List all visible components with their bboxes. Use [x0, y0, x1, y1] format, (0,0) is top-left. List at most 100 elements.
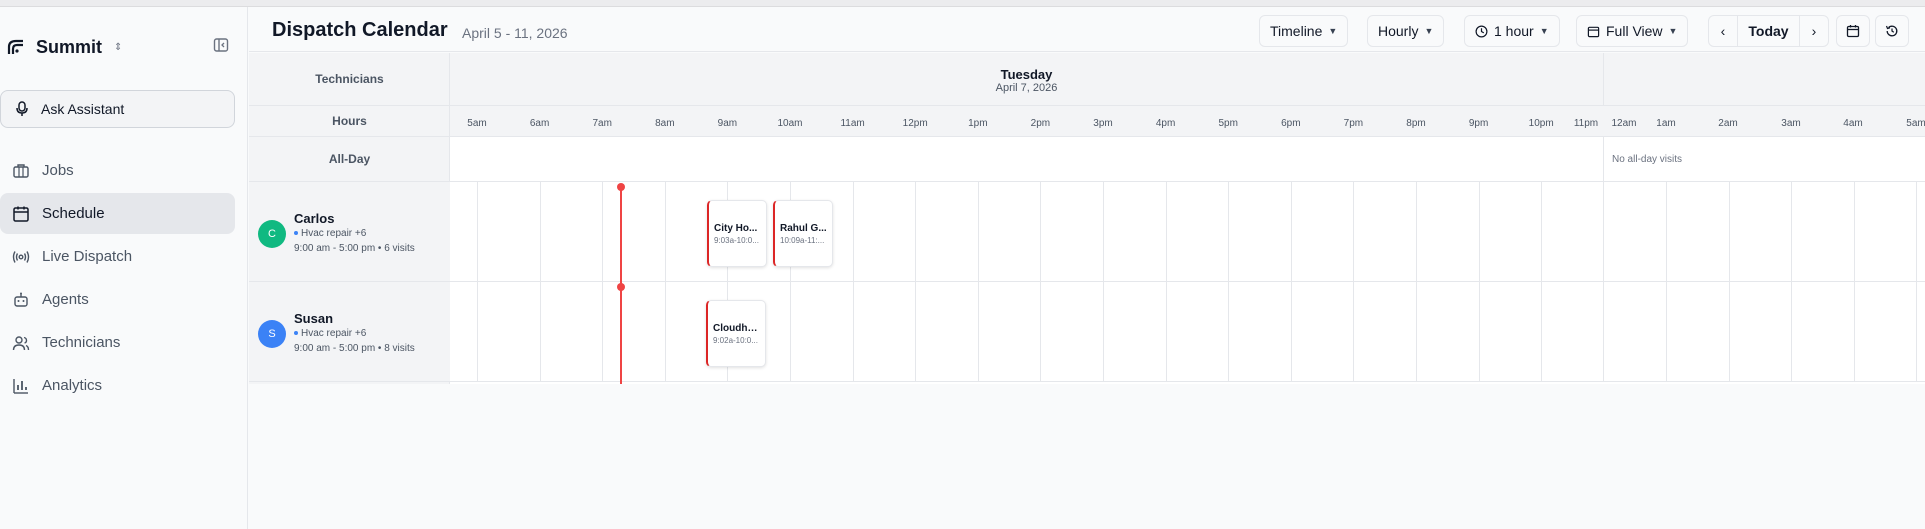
hour-label: 12am	[1611, 118, 1637, 129]
app-name: Summit	[36, 36, 103, 57]
hour-grid-line	[1854, 182, 1855, 382]
day-name: Tuesday	[1000, 67, 1053, 82]
hour-grid-line	[1416, 182, 1417, 382]
broadcast-icon	[12, 250, 30, 263]
users-icon	[12, 335, 30, 350]
bar-chart-icon	[13, 378, 28, 394]
summit-logo-icon	[6, 37, 26, 57]
hour-grid-line	[540, 182, 541, 382]
chevron-updown-icon: ⇕	[114, 41, 123, 53]
chevron-down-icon: ▼	[1328, 26, 1338, 36]
hour-label: 10am	[777, 118, 803, 129]
hour-grid-line	[1040, 182, 1041, 382]
ask-assistant-label: Ask Assistant	[41, 101, 125, 117]
chevron-right-icon[interactable]: ›	[1800, 23, 1828, 39]
full-view-select[interactable]: Full View ▼	[1576, 15, 1689, 47]
scale-select[interactable]: Hourly ▼	[1367, 15, 1445, 47]
technician-skills-label: Hvac repair +6	[301, 228, 367, 239]
ask-assistant-button[interactable]: Ask Assistant	[0, 90, 235, 128]
sidebar-item-agents[interactable]: Agents	[0, 279, 235, 320]
date-picker-button[interactable]	[1836, 15, 1870, 47]
window-top-strip	[0, 0, 1925, 7]
visit-card[interactable]: Rahul G... 10:09a-11:...	[773, 200, 833, 267]
technician-column: Technicians Hours All-Day C Carlos Hvac …	[249, 53, 450, 384]
chevron-down-icon: ▼	[1539, 26, 1549, 36]
next-day-header	[1603, 53, 1925, 106]
history-button[interactable]	[1875, 15, 1909, 47]
visit-card[interactable]: City Ho... 9:03a-10:0...	[707, 200, 767, 267]
visit-time: 9:02a-10:0...	[713, 336, 758, 345]
hour-label: 5am	[1906, 118, 1925, 129]
sidebar-item-label: Schedule	[42, 205, 105, 222]
current-time-dot	[617, 283, 625, 291]
technician-name: Susan	[294, 311, 334, 326]
visit-title: Cloudho...	[713, 323, 761, 334]
technician-hours: 9:00 am - 5:00 pm • 8 visits	[294, 343, 415, 354]
sidebar-item-schedule[interactable]: Schedule	[0, 193, 235, 234]
hour-label: 4am	[1843, 118, 1863, 129]
sidebar-item-jobs[interactable]: Jobs	[0, 150, 235, 191]
sidebar-item-live-dispatch[interactable]: Live Dispatch	[0, 236, 235, 277]
all-day-row	[450, 137, 1925, 182]
hour-grid-line	[1166, 182, 1167, 382]
day-date: April 7, 2026	[995, 82, 1058, 94]
hour-label: 12pm	[902, 118, 928, 129]
calendar-icon	[13, 206, 29, 222]
chevron-down-icon: ▼	[1424, 26, 1434, 36]
sidebar-toggle-icon	[213, 38, 229, 52]
technician-row-header[interactable]: S Susan Hvac repair +6 9:00 am - 5:00 pm…	[249, 282, 450, 382]
hour-grid-line	[1353, 182, 1354, 382]
sidebar-item-label: Technicians	[42, 334, 121, 351]
day-header: Tuesday April 7, 2026	[450, 53, 1603, 106]
today-button[interactable]: Today	[1737, 16, 1800, 46]
view-select[interactable]: Timeline ▼	[1259, 15, 1349, 47]
visit-card[interactable]: Cloudho... 9:02a-10:0...	[706, 300, 766, 367]
hour-label: 11pm	[1573, 118, 1599, 129]
dispatch-calendar: Technicians Hours All-Day C Carlos Hvac …	[249, 53, 1925, 384]
chevron-left-icon[interactable]: ‹	[1709, 23, 1737, 39]
technician-row-header[interactable]: C Carlos Hvac repair +6 9:00 am - 5:00 p…	[249, 182, 450, 282]
avatar: C	[258, 220, 286, 248]
hour-grid-line	[1541, 182, 1542, 382]
hour-label: 9pm	[1468, 118, 1489, 129]
workspace-switcher[interactable]: Summit ⇕	[6, 32, 122, 62]
day-divider-line	[1603, 137, 1604, 182]
technician-skills: Hvac repair +6	[294, 228, 366, 239]
calendar-icon	[1587, 26, 1600, 37]
sidebar-item-label: Jobs	[42, 162, 74, 179]
date-range: April 5 - 11, 2026	[462, 25, 568, 41]
robot-icon	[14, 292, 28, 307]
sidebar-item-analytics[interactable]: Analytics	[0, 365, 235, 406]
visit-title: Rahul G...	[780, 223, 827, 234]
chevron-down-icon: ▼	[1668, 26, 1678, 36]
sidebar-collapse-button[interactable]	[210, 34, 232, 56]
technician-timeline-row[interactable]	[450, 282, 1925, 382]
technician-skills: Hvac repair +6	[294, 328, 366, 339]
hour-label: 2am	[1718, 118, 1738, 129]
timeline-grid: Tuesday April 7, 2026 5am 6am 7am 8am 9am 10a…	[450, 53, 1925, 384]
visit-time: 10:09a-11:...	[780, 236, 825, 245]
interval-select-label: 1 hour	[1494, 23, 1534, 39]
technician-skills-label: Hvac repair +6	[301, 328, 367, 339]
hour-grid-line	[602, 182, 603, 382]
hour-label: 10pm	[1528, 118, 1554, 129]
visit-time: 9:03a-10:0...	[714, 236, 759, 245]
hour-label: 5pm	[1218, 118, 1238, 129]
hour-grid-line	[1291, 182, 1292, 382]
hour-grid-line	[1103, 182, 1104, 382]
hour-grid-line	[1479, 182, 1480, 382]
calendar-icon	[1846, 25, 1860, 38]
technician-timeline-row[interactable]	[450, 182, 1925, 282]
all-day-header: All-Day	[249, 137, 450, 182]
sidebar-item-label: Live Dispatch	[42, 248, 133, 265]
hour-grid-line	[1228, 182, 1229, 382]
interval-select[interactable]: 1 hour ▼	[1464, 15, 1560, 47]
technicians-header: Technicians	[249, 53, 450, 106]
sidebar-item-technicians[interactable]: Technicians	[0, 322, 235, 363]
empty-area	[249, 384, 1925, 529]
no-all-day-text: No all-day visits	[1612, 154, 1683, 165]
hour-label: 7am	[592, 118, 612, 129]
hour-grid-line	[1666, 182, 1667, 382]
technician-name: Carlos	[294, 211, 335, 226]
hour-label: 3pm	[1093, 118, 1113, 129]
